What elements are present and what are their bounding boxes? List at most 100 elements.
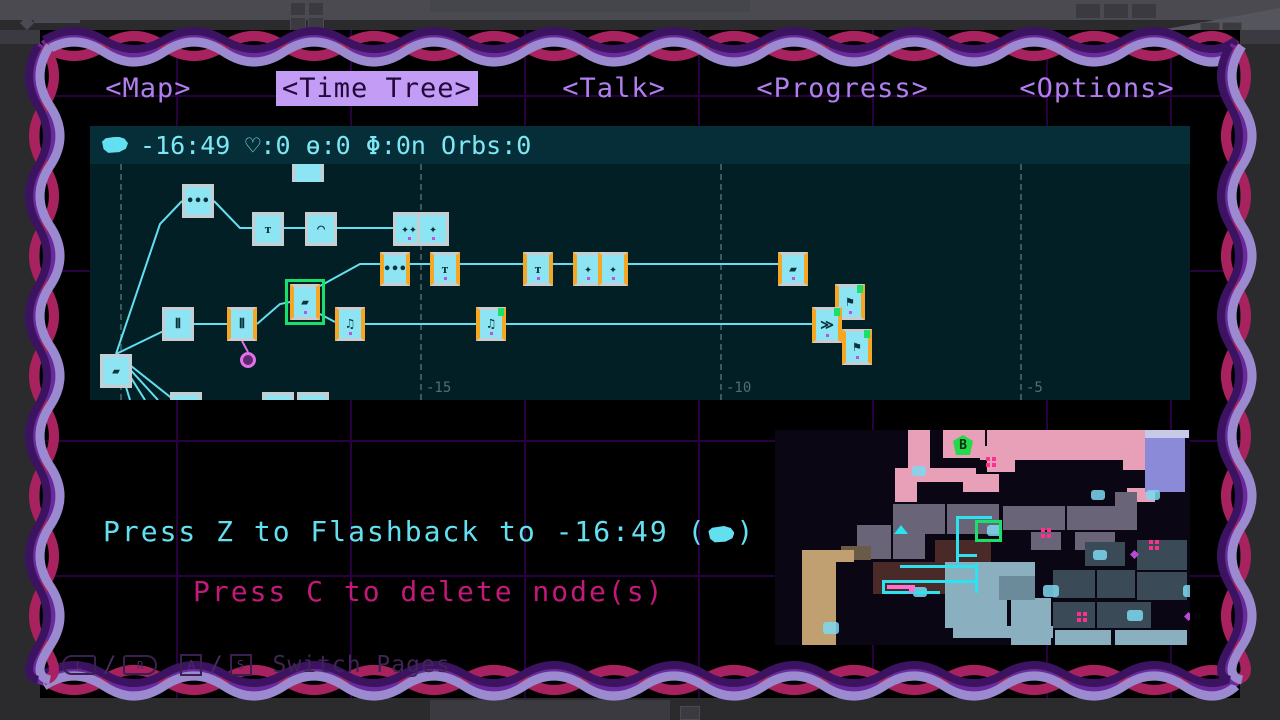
tree-connections	[115, 200, 812, 400]
node-glyph: ᴛ	[534, 261, 542, 277]
tree-node[interactable]: •••	[182, 184, 214, 218]
node-glyph: ⦀	[175, 316, 181, 332]
node-marker-dot	[431, 237, 435, 240]
tree-node[interactable]: ♫	[476, 307, 506, 341]
map-room	[1053, 570, 1095, 598]
tree-node-root[interactable]: ▰	[100, 354, 132, 388]
node-completion-marker	[498, 308, 504, 316]
tree-node[interactable]: ▰	[778, 252, 808, 286]
save-point	[1043, 585, 1059, 597]
item-marker	[1077, 618, 1081, 622]
flashback-prompt-text: Press Z to Flashback to	[103, 515, 556, 548]
minimap-panel[interactable]: B	[775, 430, 1190, 645]
map-corridor	[1115, 630, 1187, 645]
tree-node[interactable]: ◠	[305, 212, 337, 246]
item-marker	[1047, 534, 1051, 538]
tree-node[interactable]: ⦀	[227, 307, 257, 341]
item-marker	[1083, 612, 1087, 616]
footer-separator: /	[103, 652, 117, 678]
node-marker-dot	[303, 311, 307, 314]
backdrop-rail	[34, 18, 80, 23]
shoulder-button-right[interactable]: R	[123, 655, 158, 675]
main-navigation: <Map> <Time Tree> <Talk> <Progress> <Opt…	[60, 60, 1220, 116]
item-marker	[1149, 546, 1153, 550]
node-marker-dot	[489, 332, 493, 335]
backdrop-block	[290, 2, 306, 16]
tab-options[interactable]: <Options>	[1013, 71, 1180, 106]
node-marker-dot	[586, 277, 590, 280]
map-room	[1123, 434, 1145, 470]
map-room	[963, 474, 999, 492]
backdrop-block	[1103, 3, 1129, 19]
tree-node[interactable]: ✦	[598, 252, 628, 286]
item-marker	[986, 463, 990, 467]
tree-node[interactable]: ᴛ	[523, 252, 553, 286]
footer-separator: /	[209, 652, 223, 678]
backdrop-block	[308, 2, 324, 16]
save-point	[1091, 490, 1105, 500]
tree-node-offscreen[interactable]	[262, 392, 294, 400]
tree-canvas[interactable]: -15 -10 -5 ▰ ••• ᴛ ◠ ✦✦ ✦ ••• ᴛ ᴛ ✦ ✦ ▰ …	[90, 156, 1190, 400]
node-glyph: ✦	[584, 261, 592, 277]
time-tree-panel: -16:49 ♡:0 ɵ:0 Φ:0n Orbs:0 -15 -10 -5 ▰ …	[90, 126, 1190, 400]
tree-node[interactable]: ✦	[417, 212, 449, 246]
map-room	[1031, 532, 1061, 550]
item-marker	[992, 463, 996, 467]
node-glyph: ᴛ	[441, 261, 449, 277]
map-corridor	[953, 626, 1053, 638]
map-room	[1145, 430, 1185, 492]
tree-node-offscreen[interactable]	[297, 392, 329, 400]
delete-prompt: Press C to delete node(s)	[193, 575, 665, 608]
tab-map[interactable]: <Map>	[99, 71, 197, 106]
node-completion-marker	[834, 308, 840, 316]
current-room-marker	[975, 520, 1002, 542]
backdrop-floor	[430, 700, 670, 720]
node-glyph: ✦	[429, 221, 437, 237]
item-marker	[1155, 540, 1159, 544]
tree-node[interactable]: ᴛ	[430, 252, 460, 286]
player-path	[975, 563, 978, 593]
map-corridor	[1055, 630, 1111, 645]
tab-time-tree[interactable]: <Time Tree>	[276, 70, 478, 106]
key-a[interactable]: A	[180, 654, 203, 676]
node-marker-dot	[848, 311, 852, 314]
node-marker-dot	[348, 332, 352, 335]
map-room	[1115, 492, 1137, 530]
node-glyph: ✦✦	[401, 221, 417, 237]
tree-node[interactable]: ⚑	[842, 329, 872, 365]
tree-node-selected[interactable]: ▰	[285, 279, 325, 325]
save-point	[1183, 585, 1190, 597]
node-marker-dot	[443, 277, 447, 280]
direction-marker	[894, 525, 908, 534]
map-room	[1003, 506, 1065, 530]
map-room	[1097, 570, 1135, 598]
tree-node[interactable]: ♫	[335, 307, 365, 341]
player-path	[956, 554, 977, 557]
node-glyph: ≫	[820, 317, 834, 333]
node-marker-dot	[611, 277, 615, 280]
flashback-prompt: Press Z to Flashback to -16:49 ()	[103, 515, 755, 548]
map-room	[1137, 540, 1187, 570]
node-glyph: •••	[186, 193, 210, 209]
node-marker-dot	[825, 334, 829, 337]
shoulder-button-left[interactable]: L	[62, 655, 96, 675]
tree-node[interactable]: •••	[380, 252, 410, 286]
footer-controls: L / R A / S Switch Pages	[62, 648, 451, 682]
player-path	[882, 580, 978, 583]
tree-node[interactable]: ≫	[812, 307, 842, 343]
map-room	[1085, 430, 1109, 450]
tab-talk[interactable]: <Talk>	[556, 71, 672, 106]
flashback-paren-close: )	[736, 515, 756, 548]
node-completion-marker	[864, 330, 870, 338]
pending-node[interactable]	[240, 352, 256, 368]
tree-node-offscreen[interactable]	[170, 392, 202, 400]
map-room	[1137, 572, 1187, 600]
player-token-icon	[102, 136, 128, 153]
tree-node[interactable]: ᴛ	[252, 212, 284, 246]
node-glyph: ▰	[112, 363, 120, 379]
player-trail	[909, 585, 914, 593]
key-s[interactable]: S	[229, 654, 252, 676]
tree-node[interactable]: ⦀	[162, 307, 194, 341]
node-glyph: •••	[383, 261, 407, 277]
tab-progress[interactable]: <Progress>	[750, 71, 935, 106]
